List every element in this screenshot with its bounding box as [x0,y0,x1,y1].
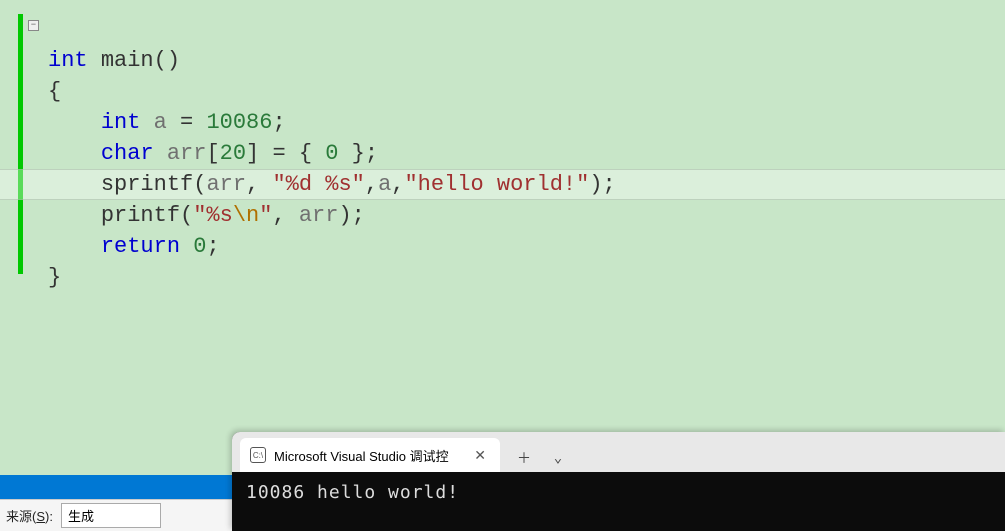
code-line-6: printf("%s\n", arr); [48,203,365,228]
code-content[interactable]: int main() { int a = 10086; char arr[20]… [48,14,616,293]
terminal-tab-bar: C:\ Microsoft Visual Studio 调试控 ✕ ＋ ⌄ [232,432,1005,472]
terminal-icon: C:\ [250,447,266,463]
terminal-output[interactable]: 10086 hello world! [232,472,1005,513]
output-panel-toolbar: 来源(S): 生成 [0,499,232,531]
code-line-2: { [48,79,61,104]
code-line-5: sprintf(arr, "%d %s",a,"hello world!"); [48,172,616,197]
source-label: 来源(S): [6,506,53,525]
fold-toggle-icon[interactable]: − [28,20,39,31]
code-line-4: char arr[20] = { 0 }; [48,141,378,166]
tab-dropdown-button[interactable]: ⌄ [544,444,572,472]
panel-title-bar [0,475,232,499]
source-dropdown[interactable]: 生成 [61,503,161,528]
code-line-1: int main() [48,48,180,73]
close-icon[interactable]: ✕ [470,447,490,464]
terminal-tab-active[interactable]: C:\ Microsoft Visual Studio 调试控 ✕ [240,438,500,472]
change-indicator-bar [18,14,23,274]
terminal-tab-title: Microsoft Visual Studio 调试控 [274,446,449,465]
terminal-tab-controls: ＋ ⌄ [502,444,580,472]
new-tab-button[interactable]: ＋ [510,444,538,472]
terminal-window[interactable]: C:\ Microsoft Visual Studio 调试控 ✕ ＋ ⌄ 10… [232,432,1005,531]
editor-margin [0,0,18,300]
code-line-7: return 0; [48,234,220,259]
code-line-3: int a = 10086; [48,110,286,135]
code-line-8: } [48,265,61,290]
